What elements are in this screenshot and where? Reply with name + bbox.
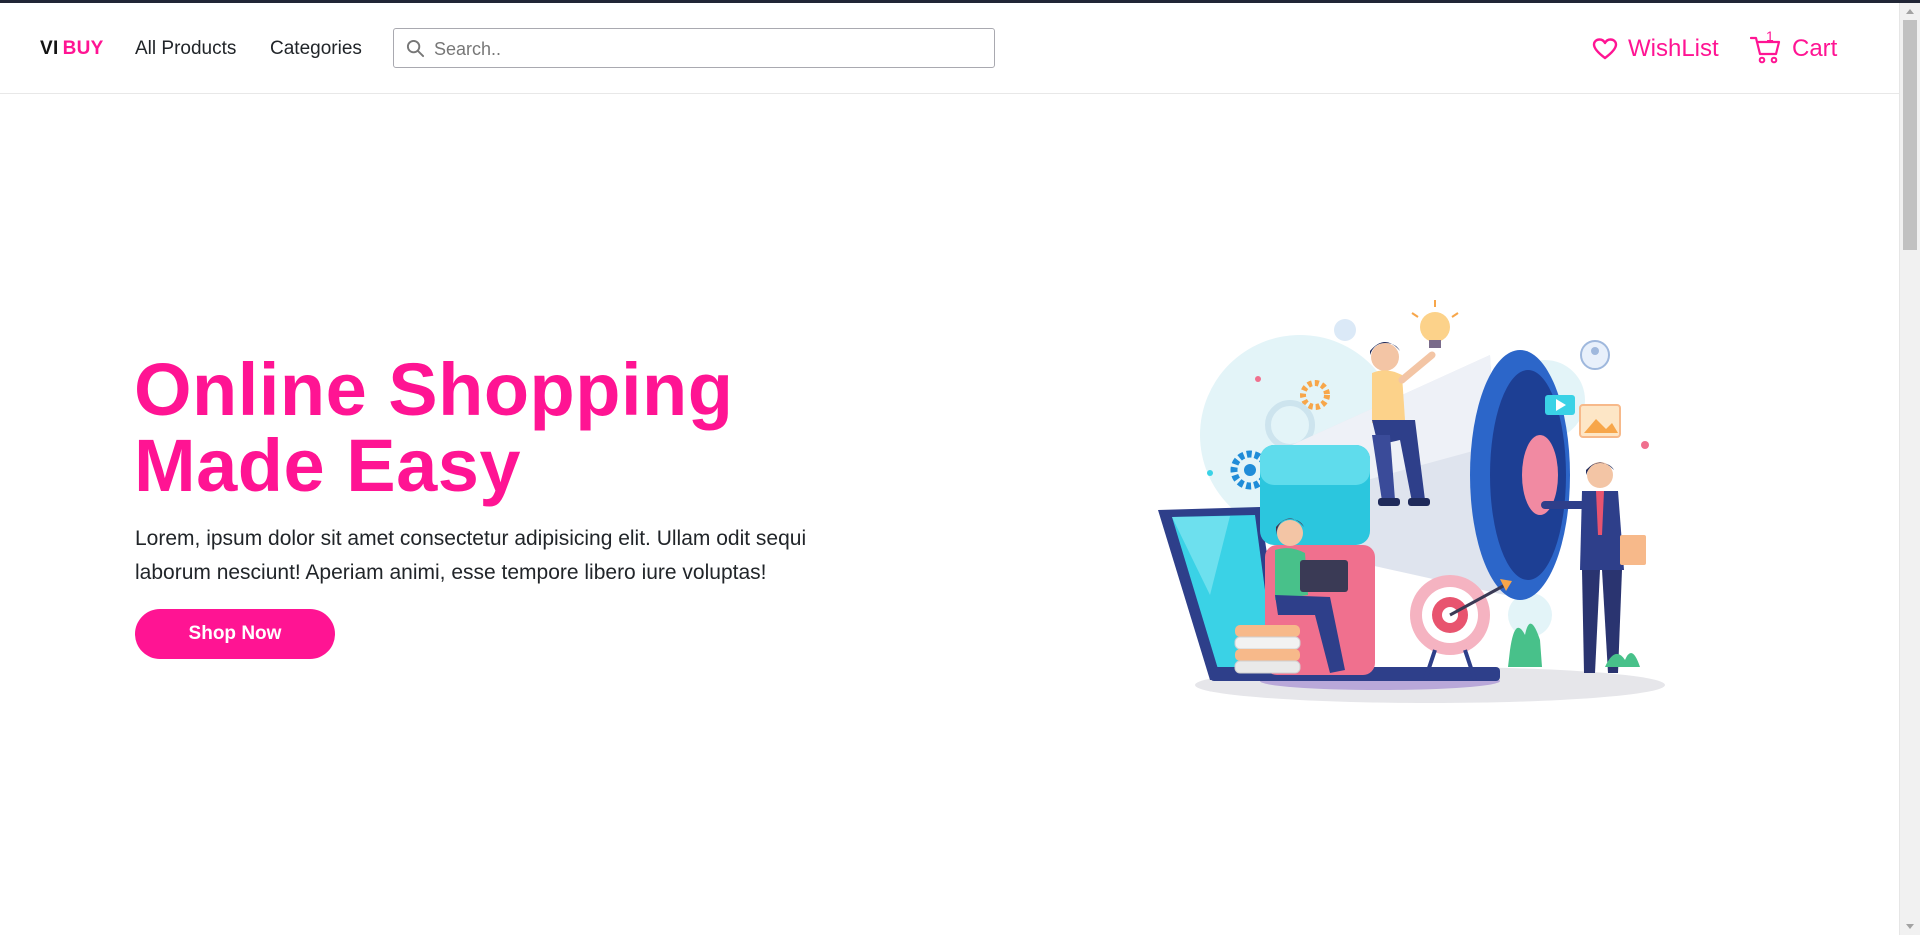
cart-count-badge: 1: [1766, 28, 1774, 44]
page-scrollbar[interactable]: [1899, 3, 1920, 935]
brand-part-1: VI: [40, 38, 59, 59]
wishlist-link[interactable]: WishList: [1592, 33, 1719, 65]
nav-all-products[interactable]: All Products: [135, 38, 236, 60]
cart-icon-wrap: 1: [1749, 28, 1782, 65]
navbar: VIBUY All Products Categories WishList 1…: [0, 3, 1899, 94]
scroll-down-arrow-icon[interactable]: [1906, 924, 1914, 929]
hero-title-line-2: Made Easy: [134, 424, 522, 507]
hero-description: Lorem, ipsum dolor sit amet consectetur …: [135, 527, 807, 584]
scroll-thumb[interactable]: [1903, 20, 1917, 250]
search-input[interactable]: [434, 35, 984, 63]
brand-logo[interactable]: VI BUY: [40, 38, 104, 60]
cart-label: Cart: [1792, 35, 1838, 62]
hero-title: Online Shopping Made Easy: [134, 352, 834, 504]
hero-title-line-1: Online Shopping: [134, 348, 734, 431]
search-icon: [406, 39, 425, 58]
wishlist-label: WishList: [1628, 35, 1719, 62]
marketing-illustration: [1158, 300, 1665, 703]
cart-link[interactable]: 1 Cart: [1749, 28, 1838, 65]
nav-categories[interactable]: Categories: [270, 38, 362, 60]
search-box[interactable]: [393, 28, 995, 68]
heart-icon: [1592, 38, 1618, 60]
shop-now-button[interactable]: Shop Now: [135, 609, 335, 659]
scroll-up-arrow-icon[interactable]: [1906, 9, 1914, 14]
brand-part-2: BUY: [62, 38, 104, 59]
